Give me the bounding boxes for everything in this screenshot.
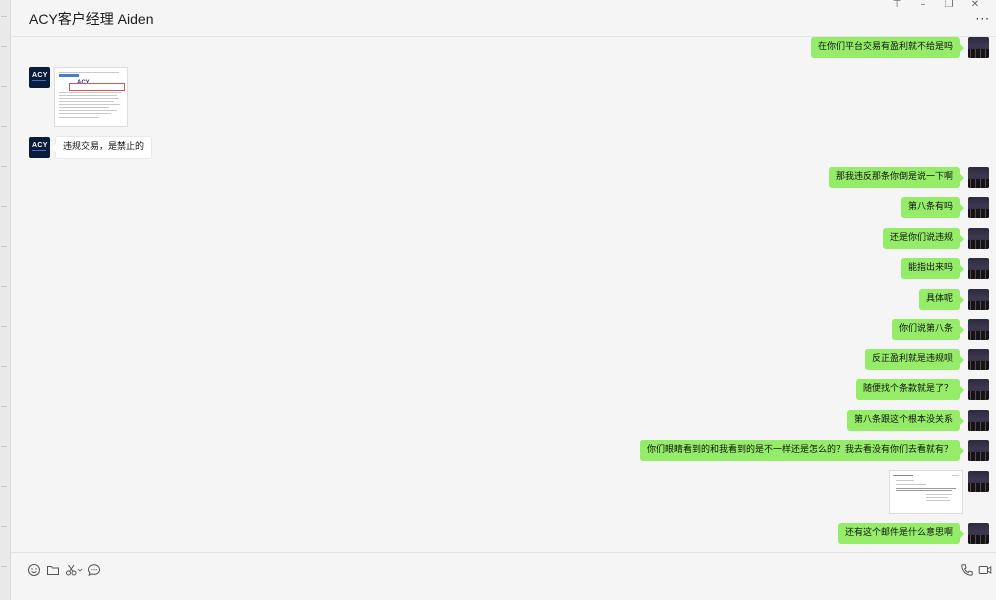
contact-avatar[interactable]: ACY: [29, 67, 50, 88]
my-message-bubble[interactable]: 还是你们说违规: [882, 228, 965, 249]
input-toolbar: [11, 552, 996, 600]
my-avatar[interactable]: [968, 289, 989, 310]
phone-icon[interactable]: [960, 562, 974, 576]
maximize-icon[interactable]: ❐: [942, 0, 956, 10]
contact-message-bubble[interactable]: 违规交易，是禁止的: [51, 136, 153, 159]
message-text: 具体呢: [925, 294, 953, 304]
message-text: 还是你们说违规: [889, 233, 953, 243]
my-avatar[interactable]: [968, 379, 989, 400]
chat-history-icon[interactable]: [87, 562, 101, 577]
video-icon[interactable]: [978, 562, 992, 576]
message-text: 那我违反那条你倒是说一下啊: [835, 172, 953, 182]
my-avatar[interactable]: [968, 228, 989, 249]
message-text: 你们眼睛看到的和我看到的是不一样还是怎么的？我去看没有你们去看就有？: [646, 445, 953, 455]
message-text: 能指出来吗: [907, 263, 953, 273]
my-avatar[interactable]: [968, 471, 989, 492]
folder-icon[interactable]: [46, 562, 60, 576]
image-message[interactable]: ACY: [54, 67, 128, 127]
more-options-icon[interactable]: ···: [976, 12, 990, 26]
emoji-icon[interactable]: [27, 562, 41, 576]
message-text: 还有这个邮件是什么意思啊: [844, 528, 953, 538]
my-message-bubble[interactable]: 你们眼睛看到的和我看到的是不一样还是怎么的？我去看没有你们去看就有？: [639, 440, 965, 461]
my-avatar[interactable]: [968, 349, 989, 370]
message-text: 在你们平台交易有盈利就不给是吗: [817, 42, 953, 52]
my-avatar[interactable]: [968, 167, 989, 188]
window-controls: ⊤ – ❐ ✕: [890, 0, 982, 10]
my-message-bubble[interactable]: 第八条有吗: [900, 197, 965, 218]
message-text: 第八条有吗: [907, 202, 953, 212]
my-message-bubble[interactable]: 你们说第八条: [891, 319, 965, 340]
my-avatar[interactable]: [968, 37, 989, 58]
message-text: 违规交易，是禁止的: [63, 142, 145, 152]
chat-header: ACY客户经理 Aiden ⊤ – ❐ ✕ ···: [11, 0, 996, 37]
my-message-bubble[interactable]: 第八条跟这个根本没关系: [846, 410, 965, 431]
image-message[interactable]: [889, 470, 963, 514]
my-avatar[interactable]: [968, 440, 989, 461]
scissors-icon[interactable]: [65, 562, 83, 576]
my-message-bubble[interactable]: 反正盈利就是违规呗: [864, 349, 965, 370]
my-avatar[interactable]: [968, 197, 989, 218]
my-message-bubble[interactable]: 那我违反那条你倒是说一下啊: [828, 167, 965, 188]
my-message-bubble[interactable]: 能指出来吗: [900, 258, 965, 279]
my-message-bubble[interactable]: 具体呢: [918, 289, 965, 310]
my-avatar[interactable]: [968, 319, 989, 340]
chat-title: ACY客户经理 Aiden: [29, 11, 154, 27]
message-list[interactable]: 在你们平台交易有盈利就不给是吗 ACY ACY ACY 违规交易，是禁止的 那我…: [11, 37, 996, 551]
my-avatar[interactable]: [968, 258, 989, 279]
close-icon[interactable]: ✕: [968, 0, 982, 10]
my-message-bubble[interactable]: 在你们平台交易有盈利就不给是吗: [810, 37, 965, 58]
minimize-icon[interactable]: –: [916, 0, 930, 10]
contact-avatar[interactable]: ACY: [29, 137, 50, 158]
my-message-bubble[interactable]: 还有这个邮件是什么意思啊: [837, 523, 965, 544]
message-text: 你们说第八条: [898, 324, 953, 334]
pin-icon[interactable]: ⊤: [890, 0, 904, 10]
message-text: 随便找个条款就是了？: [862, 384, 953, 394]
side-strip: [0, 0, 11, 600]
my-message-bubble[interactable]: 随便找个条款就是了？: [855, 379, 965, 400]
my-avatar[interactable]: [968, 523, 989, 544]
my-avatar[interactable]: [968, 410, 989, 431]
message-text: 第八条跟这个根本没关系: [853, 415, 953, 425]
message-text: 反正盈利就是违规呗: [871, 354, 953, 364]
